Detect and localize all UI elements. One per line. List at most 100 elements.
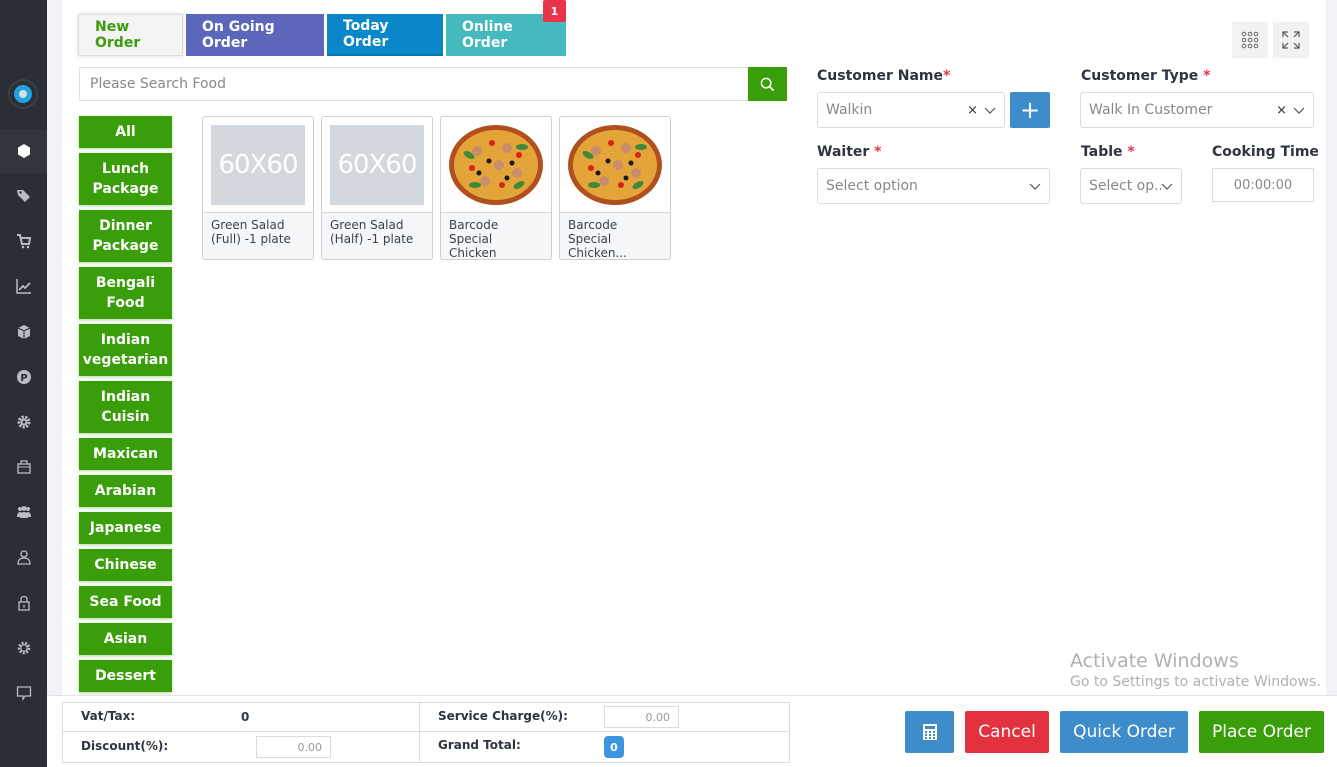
- tags-icon[interactable]: [0, 174, 47, 218]
- tab-online-order[interactable]: Online Order 1: [446, 0, 566, 56]
- vat-label: Vat/Tax:: [81, 709, 136, 723]
- pizza-image: [568, 124, 662, 205]
- quick-order-button[interactable]: Quick Order: [1060, 711, 1188, 753]
- pos-panel: New Order On Going Order Today Order Onl…: [62, 0, 1326, 695]
- clear-customer-name-icon[interactable]: ×: [967, 103, 978, 118]
- customer-type-select[interactable]: Walk In Customer ×: [1080, 92, 1314, 128]
- required-mark: *: [874, 144, 882, 160]
- customer-name-value: Walkin: [826, 102, 873, 118]
- waiter-label-text: Waiter: [817, 144, 870, 160]
- cart-icon[interactable]: [0, 219, 47, 263]
- user-icon[interactable]: [0, 535, 47, 579]
- food-item-name: Green Salad (Full) -1 plate: [203, 213, 313, 259]
- cancel-button[interactable]: Cancel: [965, 711, 1049, 753]
- customer-name-label-text: Customer Name: [817, 68, 943, 84]
- food-item[interactable]: 60X60 Green Salad (Full) -1 plate: [202, 116, 314, 260]
- customer-name-label: Customer Name*: [817, 68, 950, 84]
- food-placeholder-image: 60X60: [211, 124, 305, 205]
- place-order-button[interactable]: Place Order: [1199, 711, 1324, 753]
- sidebar: P: [0, 0, 47, 767]
- grand-total-label: Grand Total:: [438, 738, 521, 752]
- food-search: [79, 67, 787, 101]
- svg-text:P: P: [20, 373, 27, 384]
- category-maxican[interactable]: Maxican: [79, 438, 172, 470]
- calculator-button[interactable]: [905, 711, 954, 753]
- food-item-name: Barcode Special Chicken (Large): [441, 213, 551, 259]
- customer-type-value: Walk In Customer: [1089, 102, 1213, 118]
- cooking-time-label: Cooking Time: [1212, 144, 1319, 160]
- chevron-down-icon: [1029, 183, 1041, 190]
- customer-name-select[interactable]: Walkin ×: [817, 92, 1005, 128]
- order-footer: Vat/Tax: 0 Service Charge(%): 0.00 Disco…: [47, 695, 1337, 767]
- table-label: Table *: [1081, 144, 1135, 160]
- category-sea-food[interactable]: Sea Food: [79, 586, 172, 618]
- calculator-icon: [922, 724, 937, 740]
- category-japanese[interactable]: Japanese: [79, 512, 172, 544]
- grid-dots-icon: [1241, 31, 1259, 49]
- vat-value: 0: [241, 710, 250, 724]
- totals-table: Vat/Tax: 0 Service Charge(%): 0.00 Disco…: [62, 702, 790, 763]
- category-all[interactable]: All: [79, 116, 172, 148]
- food-item[interactable]: Barcode Special Chicken...: [559, 116, 671, 260]
- category-bengali-food[interactable]: Bengali Food: [79, 267, 172, 319]
- online-order-count-badge: 1: [543, 0, 566, 22]
- category-indian-vegetarian[interactable]: Indian vegetarian: [79, 324, 172, 376]
- tab-ongoing-order[interactable]: On Going Order: [186, 14, 324, 56]
- discount-input[interactable]: 0.00: [256, 736, 331, 758]
- grand-total-value: 0: [604, 736, 624, 758]
- clear-customer-type-icon[interactable]: ×: [1276, 103, 1287, 118]
- chevron-down-icon: [1161, 183, 1173, 190]
- divider: [419, 703, 420, 762]
- required-mark: *: [1127, 144, 1135, 160]
- category-asian[interactable]: Asian: [79, 623, 172, 655]
- category-indian-cuisin[interactable]: Indian Cuisin: [79, 381, 172, 433]
- service-charge-label: Service Charge(%):: [438, 709, 568, 723]
- waiter-placeholder: Select option: [826, 178, 918, 194]
- divider: [63, 731, 789, 732]
- category-dinner-package[interactable]: Dinner Package: [79, 210, 172, 262]
- tab-new-order[interactable]: New Order: [78, 14, 183, 56]
- category-chinese[interactable]: Chinese: [79, 549, 172, 581]
- parking-icon[interactable]: P: [0, 355, 47, 399]
- required-mark: *: [943, 68, 951, 84]
- food-search-input[interactable]: [79, 67, 748, 101]
- scrollbar-track[interactable]: [1326, 0, 1337, 695]
- category-arabian[interactable]: Arabian: [79, 475, 172, 507]
- users-icon[interactable]: [0, 490, 47, 534]
- search-button[interactable]: [748, 67, 787, 101]
- expand-icon: [1282, 31, 1300, 49]
- category-dessert[interactable]: Dessert: [79, 660, 172, 692]
- user-avatar[interactable]: [8, 79, 38, 109]
- grid-view-button[interactable]: [1232, 22, 1268, 58]
- dashboard-icon[interactable]: [0, 129, 47, 173]
- customer-type-label: Customer Type *: [1081, 68, 1210, 84]
- order-tabs: New Order On Going Order Today Order Onl…: [78, 0, 566, 56]
- required-mark: *: [1203, 68, 1211, 84]
- watermark-subtitle: Go to Settings to activate Windows.: [1070, 674, 1321, 690]
- cube-icon[interactable]: [0, 310, 47, 354]
- food-item-name: Green Salad (Half) -1 plate: [322, 213, 432, 259]
- pizza-image: [449, 124, 543, 205]
- windows-activation-watermark: Activate Windows Go to Settings to activ…: [1070, 650, 1321, 690]
- chart-line-icon[interactable]: [0, 264, 47, 308]
- food-item[interactable]: 60X60 Green Salad (Half) -1 plate: [321, 116, 433, 260]
- category-lunch-package[interactable]: Lunch Package: [79, 153, 172, 205]
- waiter-select[interactable]: Select option: [817, 168, 1050, 204]
- table-placeholder: Select op...: [1089, 178, 1161, 194]
- add-customer-button[interactable]: +: [1010, 92, 1050, 128]
- chevron-down-icon: [1293, 107, 1305, 114]
- search-icon: [760, 77, 775, 91]
- fullscreen-button[interactable]: [1273, 22, 1309, 58]
- cog-icon[interactable]: [0, 400, 47, 444]
- food-item[interactable]: Barcode Special Chicken (Large): [440, 116, 552, 260]
- lock-icon[interactable]: [0, 581, 47, 625]
- service-charge-input[interactable]: 0.00: [604, 706, 679, 728]
- cooking-time-input[interactable]: 00:00:00: [1212, 168, 1314, 202]
- chat-icon[interactable]: [0, 671, 47, 715]
- watermark-title: Activate Windows: [1070, 650, 1239, 672]
- tab-online-order-label: Online Order: [462, 19, 513, 51]
- table-select[interactable]: Select op...: [1080, 168, 1182, 204]
- settings-icon[interactable]: [0, 626, 47, 670]
- tab-today-order[interactable]: Today Order: [327, 14, 443, 56]
- briefcase-icon[interactable]: [0, 445, 47, 489]
